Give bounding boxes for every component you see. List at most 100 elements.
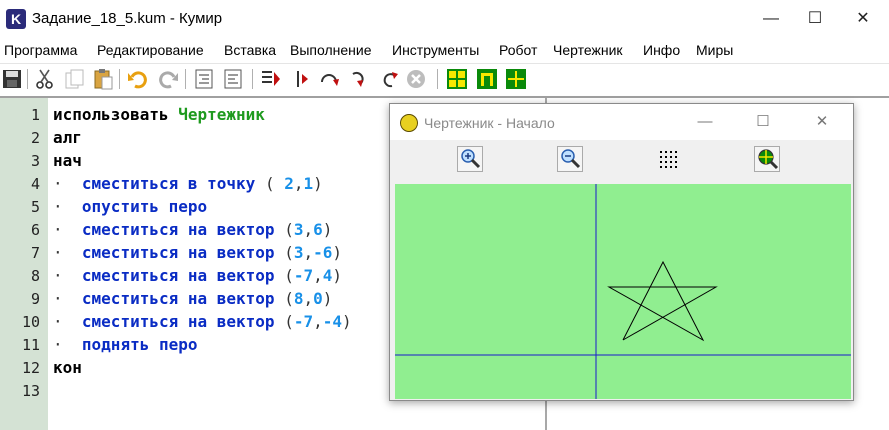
number: 1 (303, 174, 314, 193)
window-title: Задание_18_5.kum - Кумир (32, 10, 223, 27)
indent-mark: · (53, 312, 63, 331)
robot-world-icon[interactable] (446, 68, 468, 90)
indent-mark: · (53, 220, 63, 239)
zoom-out-icon[interactable] (557, 146, 583, 172)
number: -6 (313, 243, 333, 262)
line-number: 13 (21, 382, 40, 400)
menu-edit[interactable]: Редактирование (97, 42, 204, 58)
drawing-canvas[interactable] (395, 184, 851, 399)
grid-dots-icon[interactable] (655, 146, 681, 172)
paste-icon[interactable] (92, 68, 114, 90)
paren: ( (284, 243, 294, 262)
paren: ) (322, 220, 333, 239)
code-line: · сместиться на вектор (-7,-4) (53, 312, 352, 331)
menu-program[interactable]: Программа (4, 42, 77, 58)
keyword: использовать (53, 105, 169, 124)
unindent-icon[interactable] (222, 68, 244, 90)
number: 0 (313, 289, 323, 308)
paren: ( (264, 174, 275, 193)
indent-mark: · (53, 289, 63, 308)
command: сместиться на вектор (81, 312, 275, 331)
menu-robot[interactable]: Робот (499, 42, 537, 58)
toolbar-separator (185, 69, 186, 89)
keyword: алг (53, 128, 82, 147)
code-line: · сместиться в точку ( 2,1) (53, 174, 323, 193)
code-line: · сместиться на вектор (8,0) (53, 289, 332, 308)
line-number: 6 (30, 221, 40, 239)
number: 2 (284, 174, 294, 193)
code-line: · сместиться на вектор (3,-6) (53, 243, 342, 262)
drawer-title-bar: Чертежник - Начало — ☐ ✕ (390, 104, 853, 140)
title-bar: K Задание_18_5.kum - Кумир — ☐ ✕ (0, 0, 889, 38)
comma: , (303, 289, 314, 308)
menu-drawer[interactable]: Чертежник (553, 42, 623, 58)
paren: ) (322, 289, 333, 308)
command: сместиться на вектор (81, 266, 275, 285)
command: опустить перо (81, 197, 208, 216)
comma: , (303, 243, 314, 262)
code-line: · сместиться на вектор (-7,4) (53, 266, 342, 285)
keyword: нач (53, 151, 82, 170)
kumir-logo-icon: K (6, 9, 26, 29)
paren: ) (332, 243, 343, 262)
comma: , (303, 220, 314, 239)
drawer-world-icon[interactable] (476, 68, 498, 90)
canvas-background (395, 184, 851, 399)
paren: ( (284, 220, 294, 239)
number: 6 (313, 220, 323, 239)
drawer-window: Чертежник - Начало — ☐ ✕ (389, 103, 854, 401)
toolbar-separator (27, 69, 28, 89)
code-line: нач (53, 151, 82, 170)
number: -7 (293, 312, 314, 331)
close-button[interactable]: ✕ (840, 0, 886, 38)
number: -4 (322, 312, 343, 331)
indent-mark: · (53, 335, 63, 354)
menu-tools[interactable]: Инструменты (392, 42, 479, 58)
zoom-in-icon[interactable] (457, 146, 483, 172)
minimize-button[interactable]: — (748, 0, 794, 38)
command: поднять перо (81, 335, 198, 354)
drawer-minimize-button[interactable]: — (682, 104, 728, 140)
line-number: 8 (30, 267, 40, 285)
code-line: · сместиться на вектор (3,6) (53, 220, 332, 239)
toolbar (0, 63, 889, 94)
run-step-icon[interactable] (290, 68, 312, 90)
drawer-close-button[interactable]: ✕ (799, 104, 845, 140)
menu-run[interactable]: Выполнение (290, 42, 371, 58)
indent-mark: · (53, 266, 63, 285)
code-line: · поднять перо (53, 335, 198, 354)
line-number: 7 (30, 244, 40, 262)
line-number: 5 (30, 198, 40, 216)
step-into-icon[interactable] (348, 68, 370, 90)
redo-icon[interactable] (157, 68, 179, 90)
step-out-icon[interactable] (378, 68, 400, 90)
line-number: 3 (30, 152, 40, 170)
indent-mark: · (53, 174, 63, 193)
keyword: кон (53, 358, 82, 377)
stop-icon[interactable] (405, 68, 427, 90)
menu-info[interactable]: Инфо (643, 42, 680, 58)
menu-insert[interactable]: Вставка (224, 42, 276, 58)
run-continuous-icon[interactable] (260, 68, 282, 90)
comma: , (313, 266, 323, 285)
indent-mark: · (53, 197, 63, 216)
drawer-maximize-button[interactable]: ☐ (740, 104, 786, 140)
paren: ) (313, 174, 323, 193)
toolbar-separator (437, 69, 438, 89)
fit-view-icon[interactable] (754, 146, 780, 172)
indent-icon[interactable] (193, 68, 215, 90)
save-icon[interactable] (1, 68, 23, 90)
command: сместиться на вектор (81, 243, 275, 262)
menu-worlds[interactable]: Миры (696, 42, 733, 58)
code-line: · опустить перо (53, 197, 207, 216)
paren: ( (284, 289, 294, 308)
step-over-icon[interactable] (318, 68, 340, 90)
cut-icon[interactable] (34, 68, 56, 90)
axis-world-icon[interactable] (505, 68, 527, 90)
line-number: 12 (21, 359, 40, 377)
undo-icon[interactable] (127, 68, 149, 90)
copy-icon[interactable] (63, 68, 85, 90)
indent-mark: · (53, 243, 63, 262)
maximize-button[interactable]: ☐ (792, 0, 838, 38)
toolbar-separator (252, 69, 253, 89)
